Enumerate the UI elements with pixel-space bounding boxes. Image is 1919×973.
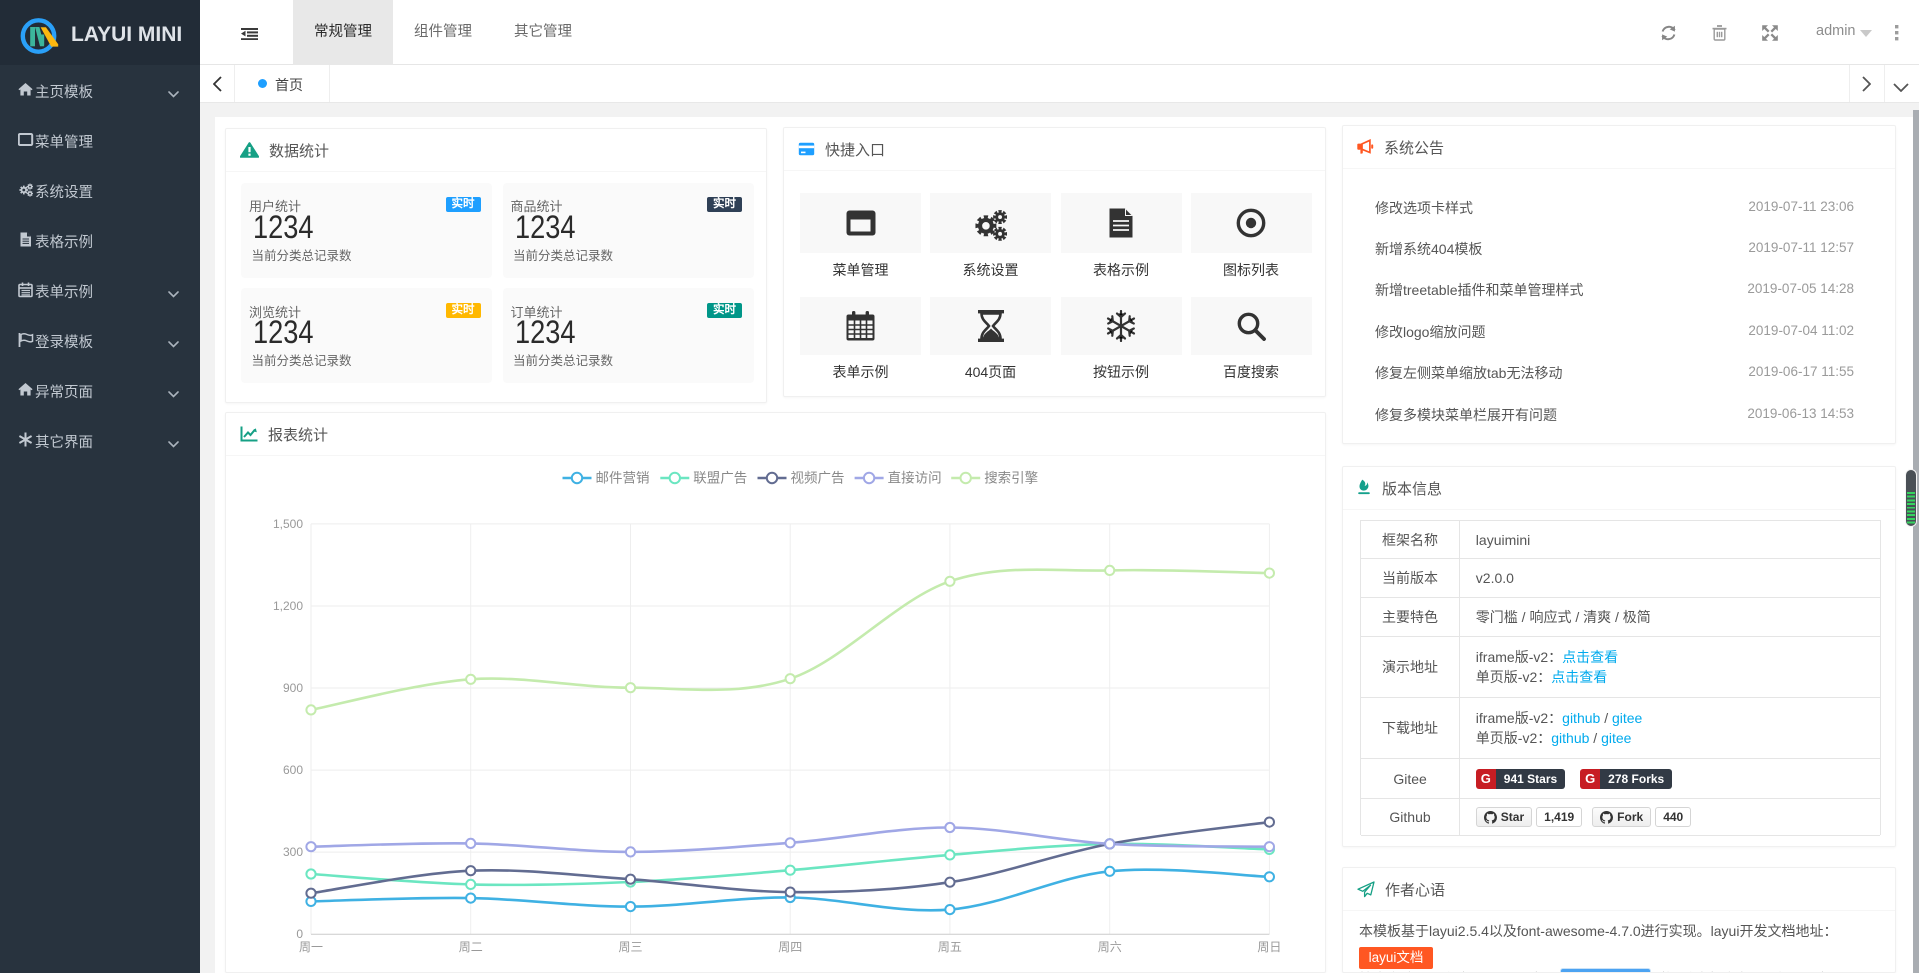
svg-text:周二: 周二: [459, 940, 483, 954]
svg-text:0: 0: [296, 927, 303, 941]
svg-text:1,200: 1,200: [273, 599, 303, 613]
svg-text:周一: 周一: [299, 940, 323, 954]
svg-text:搜索引擎: 搜索引擎: [984, 471, 1038, 486]
svg-text:周日: 周日: [1257, 940, 1281, 954]
svg-text:600: 600: [283, 763, 303, 777]
svg-text:300: 300: [283, 845, 303, 859]
svg-text:邮件营销: 邮件营销: [596, 471, 650, 486]
svg-text:周六: 周六: [1098, 940, 1122, 954]
svg-text:周三: 周三: [618, 940, 642, 954]
svg-text:直接访问: 直接访问: [888, 470, 942, 486]
svg-text:视频广告: 视频广告: [791, 471, 845, 486]
svg-text:周五: 周五: [938, 940, 962, 954]
svg-text:1,500: 1,500: [273, 517, 303, 531]
svg-text:联盟广告: 联盟广告: [693, 471, 747, 486]
svg-text:周四: 周四: [778, 940, 802, 954]
svg-text:900: 900: [283, 681, 303, 695]
